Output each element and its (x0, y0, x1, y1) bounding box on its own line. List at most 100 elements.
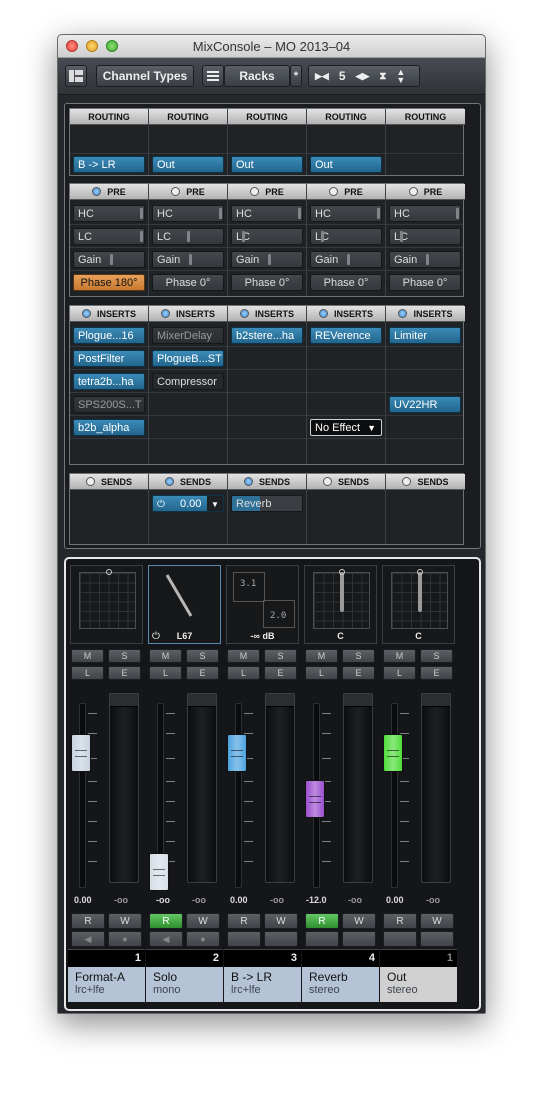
sends-header[interactable]: SENDS (228, 474, 306, 490)
volume-fader[interactable] (149, 853, 169, 891)
volume-readout[interactable]: -12.0 (306, 895, 327, 905)
record-button[interactable]: ● (186, 931, 220, 947)
phase-button[interactable]: Phase 0° (310, 274, 382, 291)
hc-filter[interactable]: HC (310, 205, 382, 222)
listen-button[interactable]: L (149, 666, 182, 680)
empty-button[interactable] (383, 931, 417, 947)
peak-readout[interactable]: -oo (426, 895, 440, 905)
expand-channels-icon[interactable]: ◀▶ (356, 71, 370, 82)
mute-button[interactable]: M (71, 649, 104, 663)
pre-header[interactable]: PRE (228, 184, 306, 200)
mute-button[interactable]: M (149, 649, 182, 663)
insert-slot-1[interactable]: MixerDelay (152, 327, 224, 344)
volume-fader[interactable] (305, 780, 325, 819)
routing-slot-ch4[interactable]: Out (310, 156, 382, 173)
routing-header[interactable]: ROUTING (228, 109, 306, 125)
sends-bypass-icon[interactable] (402, 477, 412, 486)
record-button[interactable]: ● (108, 931, 142, 947)
channel-name-box[interactable]: Out stereo (380, 967, 457, 1002)
panner[interactable] (70, 565, 143, 644)
channel-types-button[interactable]: Channel Types (96, 65, 194, 87)
racks-button[interactable]: Racks (224, 65, 290, 87)
panner[interactable]: C (304, 565, 377, 644)
write-automation-button[interactable]: W (108, 913, 142, 929)
insert-slot-2[interactable]: PlogueB...ST (152, 350, 224, 367)
listen-button[interactable]: L (227, 666, 260, 680)
read-automation-button[interactable]: R (227, 913, 261, 929)
solo-button[interactable]: S (264, 649, 297, 663)
no-effect-dropdown[interactable]: No Effect ▼ (310, 419, 382, 436)
read-automation-button[interactable]: R (149, 913, 183, 929)
power-icon[interactable]: ⏻ (157, 499, 165, 510)
edit-button[interactable]: E (420, 666, 453, 680)
inserts-bypass-icon[interactable] (398, 309, 408, 318)
sends-header[interactable]: SENDS (149, 474, 227, 490)
sends-bypass-icon[interactable] (322, 477, 332, 486)
zoom-channels-icon[interactable]: ⧗ (379, 71, 386, 82)
pre-bypass-icon[interactable] (92, 187, 102, 196)
insert-slot-3[interactable]: Compressor (152, 373, 224, 390)
volume-readout[interactable]: -oo (156, 895, 170, 905)
gain-control[interactable]: Gain (310, 251, 382, 268)
gain-control[interactable]: Gain (152, 251, 224, 268)
read-automation-button[interactable]: R (305, 913, 339, 929)
lc-filter[interactable]: LC (73, 228, 145, 245)
pre-header[interactable]: PRE (386, 184, 465, 200)
empty-button[interactable] (227, 931, 261, 947)
panner[interactable]: C (382, 565, 455, 644)
panner[interactable]: ⏻ L67 (148, 565, 221, 644)
channel-name-box[interactable]: B -> LR lrc+lfe (224, 967, 301, 1002)
inserts-bypass-icon[interactable] (239, 309, 249, 318)
listen-button[interactable]: L (71, 666, 104, 680)
pre-header[interactable]: PRE (149, 184, 227, 200)
edit-button[interactable]: E (186, 666, 219, 680)
peak-readout[interactable]: -oo (192, 895, 206, 905)
read-automation-button[interactable]: R (383, 913, 417, 929)
pre-header[interactable]: PRE (307, 184, 385, 200)
monitor-button[interactable]: ◀ (71, 931, 105, 947)
chevron-down-icon[interactable]: ▼ (207, 496, 223, 511)
racks-settings-button[interactable]: * (290, 65, 302, 87)
insert-slot-2[interactable]: PostFilter (73, 350, 145, 367)
lc-filter[interactable]: LC (389, 228, 461, 245)
peak-readout[interactable]: -oo (270, 895, 284, 905)
pre-bypass-icon[interactable] (408, 187, 418, 196)
phase-button[interactable]: Phase 0° (231, 274, 303, 291)
volume-readout[interactable]: 0.00 (386, 895, 404, 905)
peak-readout[interactable]: -oo (348, 895, 362, 905)
volume-fader[interactable] (383, 734, 403, 773)
mute-button[interactable]: M (305, 649, 338, 663)
surround-panner[interactable]: 3.1 2.0 -∞ dB (226, 565, 299, 644)
write-automation-button[interactable]: W (420, 913, 454, 929)
sends-bypass-icon[interactable] (243, 477, 253, 486)
racks-menu-button[interactable] (202, 65, 224, 87)
empty-button[interactable] (420, 931, 454, 947)
pre-bypass-icon[interactable] (171, 187, 181, 196)
routing-header[interactable]: ROUTING (386, 109, 465, 125)
scroll-stepper-icon[interactable]: ▲ ▼ (396, 68, 405, 85)
first-channel-icon[interactable]: ▶◀ (315, 71, 329, 82)
volume-fader[interactable] (227, 734, 247, 773)
panner-handle-icon[interactable] (106, 569, 112, 575)
inserts-header[interactable]: INSERTS (228, 306, 306, 322)
channel-name-box[interactable]: Format-A lrc+lfe (68, 967, 145, 1002)
empty-button[interactable] (342, 931, 376, 947)
sends-header[interactable]: SENDS (70, 474, 148, 490)
inserts-header[interactable]: INSERTS (149, 306, 227, 322)
routing-slot-ch2[interactable]: Out (152, 156, 224, 173)
inserts-bypass-icon[interactable] (318, 309, 328, 318)
volume-readout[interactable]: 0.00 (230, 895, 248, 905)
write-automation-button[interactable]: W (342, 913, 376, 929)
inserts-bypass-icon[interactable] (81, 309, 91, 318)
phase-button[interactable]: Phase 180° (73, 274, 145, 291)
solo-button[interactable]: S (108, 649, 141, 663)
solo-button[interactable]: S (420, 649, 453, 663)
hc-filter[interactable]: HC (152, 205, 224, 222)
monitor-button[interactable]: ◀ (149, 931, 183, 947)
inserts-header[interactable]: INSERTS (70, 306, 148, 322)
solo-button[interactable]: S (186, 649, 219, 663)
lc-filter[interactable]: LC (152, 228, 224, 245)
sends-bypass-icon[interactable] (85, 477, 95, 486)
send-destination[interactable]: Reverb (231, 495, 303, 512)
send-level-control[interactable]: ⏻ 0.00 ▼ (152, 495, 224, 512)
